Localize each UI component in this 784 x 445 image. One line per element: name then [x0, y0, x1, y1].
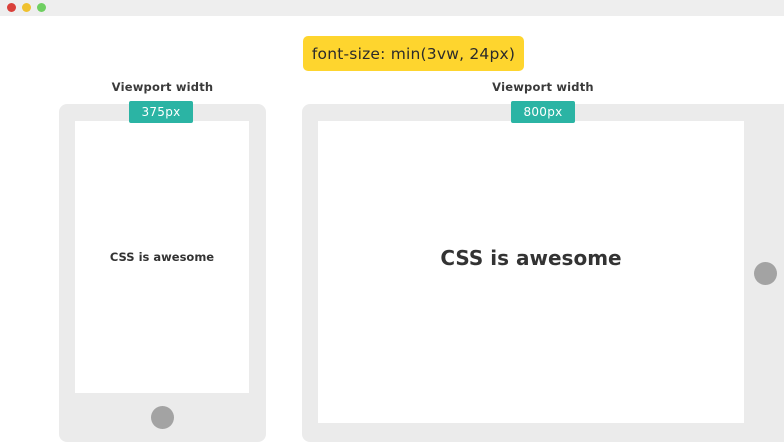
phone-viewport-label: Viewport width: [111, 80, 214, 94]
phone-home-button[interactable]: [151, 406, 174, 429]
window-titlebar: [0, 0, 784, 16]
tablet-device: CSS is awesome: [302, 104, 784, 442]
minimize-dot[interactable]: [22, 3, 31, 12]
tablet-viewport-label: Viewport width: [492, 80, 594, 94]
phone-screen: CSS is awesome: [75, 121, 249, 393]
tablet-home-button[interactable]: [754, 262, 777, 285]
tablet-width-badge: 800px: [511, 101, 575, 123]
maximize-dot[interactable]: [37, 3, 46, 12]
tablet-screen-text: CSS is awesome: [440, 246, 622, 270]
formula-badge: font-size: min(3vw, 24px): [303, 36, 524, 71]
phone-width-badge: 375px: [129, 101, 193, 123]
close-dot[interactable]: [7, 3, 16, 12]
tablet-screen: CSS is awesome: [318, 121, 744, 423]
phone-screen-text: CSS is awesome: [109, 250, 215, 264]
phone-device: CSS is awesome: [59, 104, 266, 442]
